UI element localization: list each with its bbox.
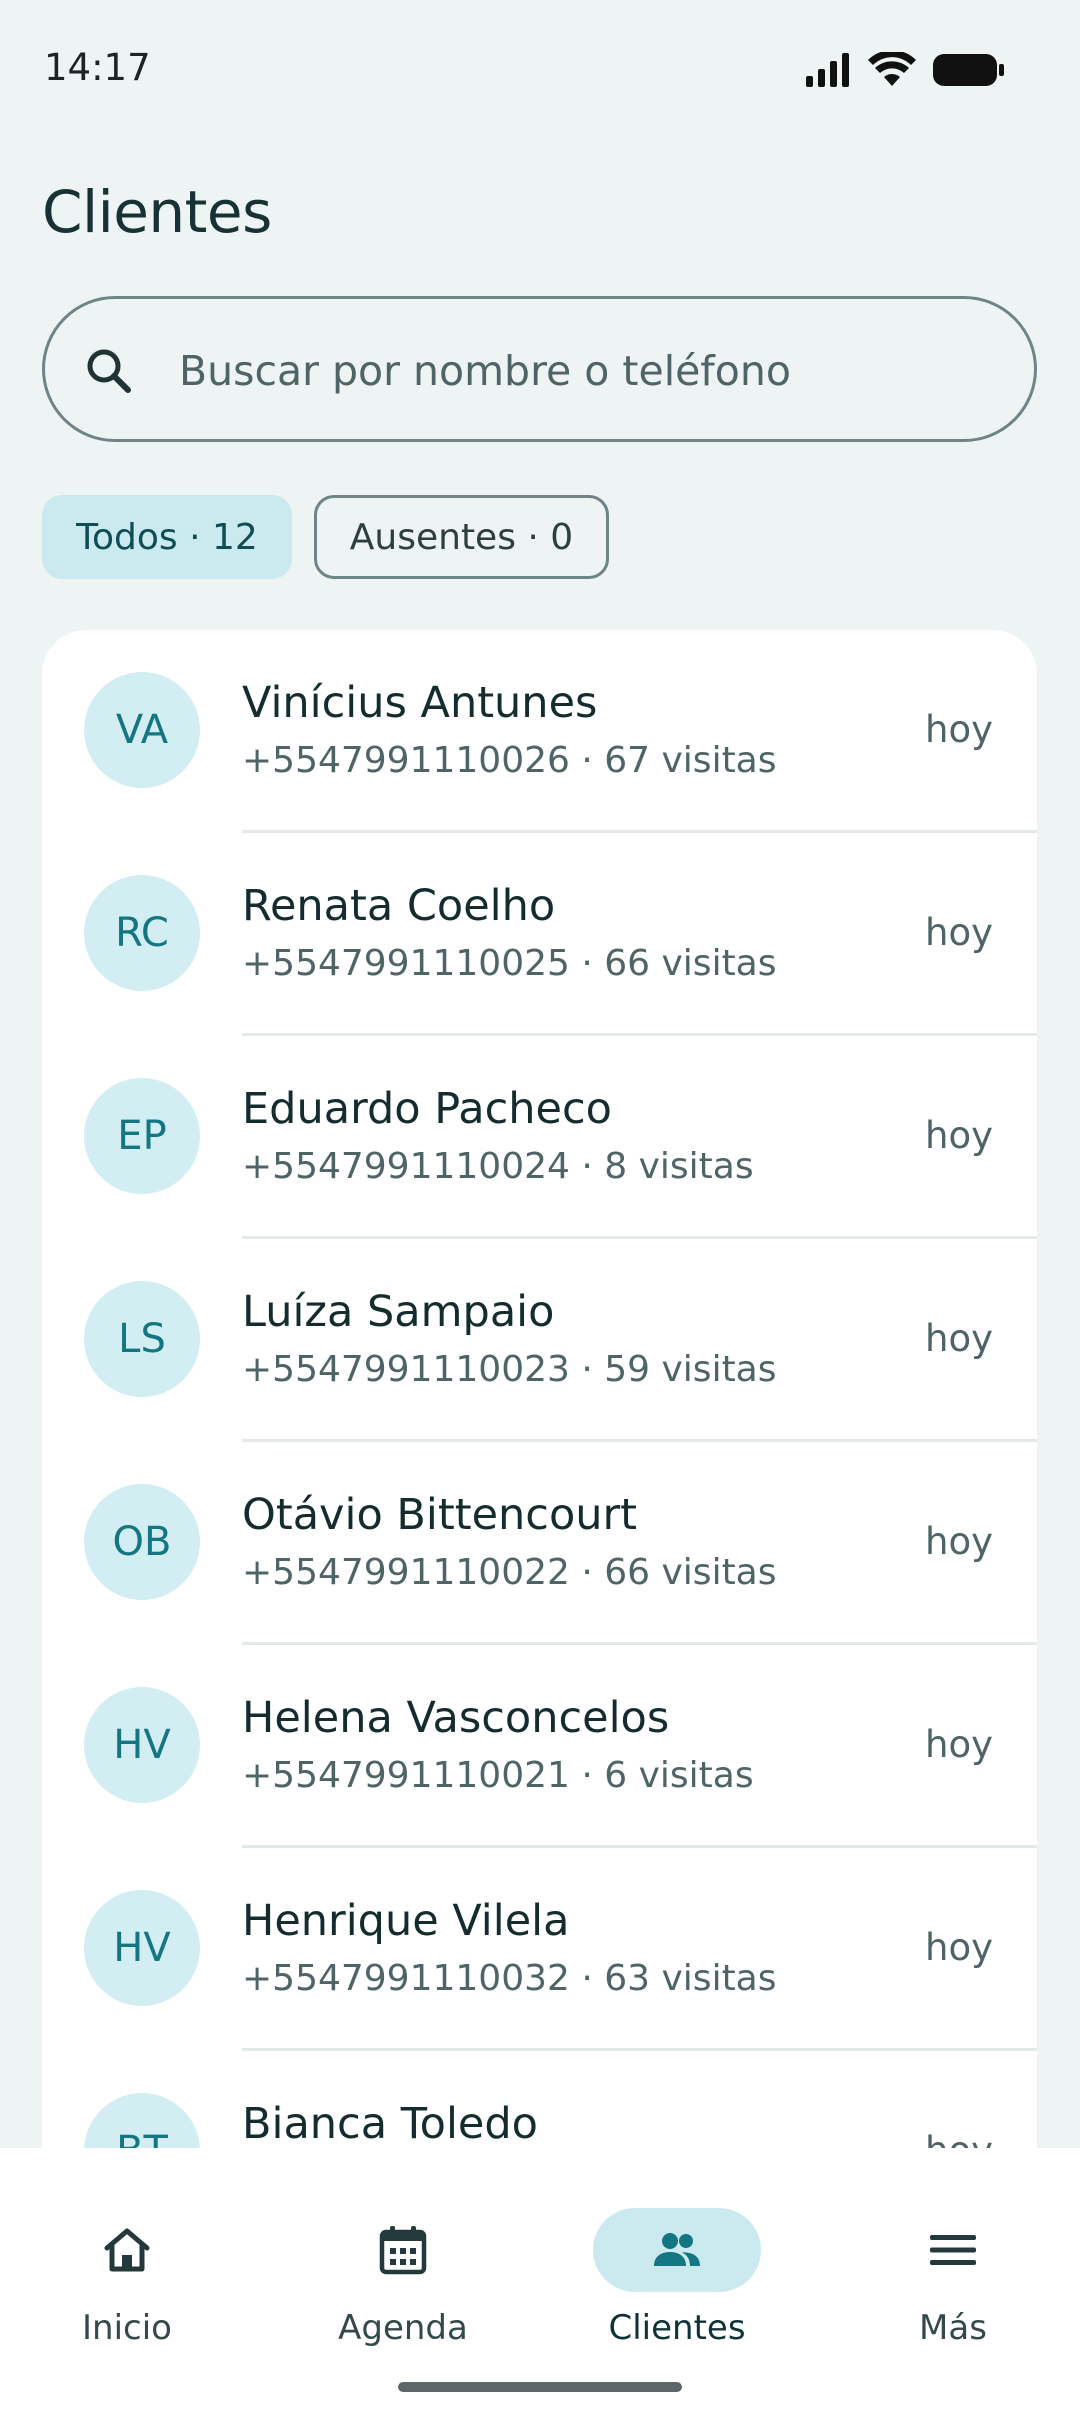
nav-label: Agenda (338, 2308, 468, 2348)
client-name: Henrique Vilela (242, 1896, 570, 1946)
client-phone-visits: +5547991110032 · 63 visitas (242, 1958, 777, 1999)
last-visit: hoy (925, 1114, 993, 1157)
wifi-icon (868, 52, 916, 86)
last-visit: hoy (925, 1520, 993, 1563)
battery-icon (933, 54, 1004, 86)
home-icon (104, 2228, 150, 2272)
search-icon (87, 349, 131, 393)
page-title: Clientes (42, 178, 272, 246)
filter-chip-absent[interactable]: Ausentes · 0 (314, 495, 609, 579)
client-row[interactable]: OB Otávio Bittencourt +5547991110022 · 6… (42, 1442, 1037, 1645)
client-name: Renata Coelho (242, 881, 556, 931)
client-phone-visits: +5547991110025 · 66 visitas (242, 943, 777, 984)
status-time: 14:17 (44, 46, 151, 89)
client-phone-visits: +5547991110022 · 66 visitas (242, 1552, 777, 1593)
client-phone-visits: +5547991110026 · 67 visitas (242, 740, 777, 781)
avatar: HV (84, 1687, 200, 1803)
nav-label: Clientes (608, 2308, 746, 2348)
last-visit: hoy (925, 1317, 993, 1360)
status-icons (804, 52, 1006, 88)
cellular-signal-icon (806, 53, 849, 87)
client-row[interactable]: EP Eduardo Pacheco +5547991110024 · 8 vi… (42, 1036, 1037, 1239)
last-visit: hoy (925, 708, 993, 751)
client-phone-visits: +5547991110024 · 8 visitas (242, 1146, 754, 1187)
avatar: RC (84, 875, 200, 991)
client-phone-visits: +5547991110023 · 59 visitas (242, 1349, 777, 1390)
calendar-icon (379, 2226, 427, 2275)
search-input[interactable]: Buscar por nombre o teléfono (42, 296, 1037, 442)
client-name: Vinícius Antunes (242, 678, 598, 728)
filter-chip-absent-label: Ausentes · 0 (349, 516, 574, 558)
nav-item-agenda[interactable]: Agenda (288, 2178, 518, 2358)
status-bar: 14:17 (0, 0, 1080, 140)
nav-label: Más (919, 2308, 987, 2348)
client-name: Eduardo Pacheco (242, 1084, 612, 1134)
avatar: VA (84, 672, 200, 788)
client-row[interactable]: RC Renata Coelho +5547991110025 · 66 vis… (42, 833, 1037, 1036)
last-visit: hoy (925, 1926, 993, 1969)
avatar: EP (84, 1078, 200, 1194)
avatar: OB (84, 1484, 200, 1600)
client-row[interactable]: VA Vinícius Antunes +5547991110026 · 67 … (42, 630, 1037, 833)
people-icon (654, 2233, 700, 2266)
clients-screen: 14:17 Clientes Buscar por nombre o teléf… (0, 0, 1080, 2424)
client-row[interactable]: LS Luíza Sampaio +5547991110023 · 59 vis… (42, 1239, 1037, 1442)
client-name: Luíza Sampaio (242, 1287, 555, 1337)
client-name: Helena Vasconcelos (242, 1693, 670, 1743)
client-phone-visits: +5547991110021 · 6 visitas (242, 1755, 754, 1796)
avatar: LS (84, 1281, 200, 1397)
filter-chip-all-label: Todos · 12 (76, 516, 258, 558)
nav-label: Inicio (82, 2308, 172, 2348)
client-name: Otávio Bittencourt (242, 1490, 638, 1540)
filter-chip-all[interactable]: Todos · 12 (42, 495, 292, 579)
avatar: HV (84, 1890, 200, 2006)
client-row[interactable]: HV Henrique Vilela +5547991110032 · 63 v… (42, 1848, 1037, 2051)
client-row[interactable]: HV Helena Vasconcelos +5547991110021 · 6… (42, 1645, 1037, 1848)
nav-item-inicio[interactable]: Inicio (12, 2178, 242, 2358)
last-visit: hoy (925, 911, 993, 954)
search-placeholder: Buscar por nombre o teléfono (179, 347, 791, 395)
menu-icon (930, 2235, 976, 2265)
client-name: Bianca Toledo (242, 2099, 538, 2149)
last-visit: hoy (925, 1723, 993, 1766)
nav-item-mas[interactable]: Más (838, 2178, 1068, 2358)
home-indicator[interactable] (398, 2382, 682, 2392)
nav-item-clientes[interactable]: Clientes (562, 2178, 792, 2358)
